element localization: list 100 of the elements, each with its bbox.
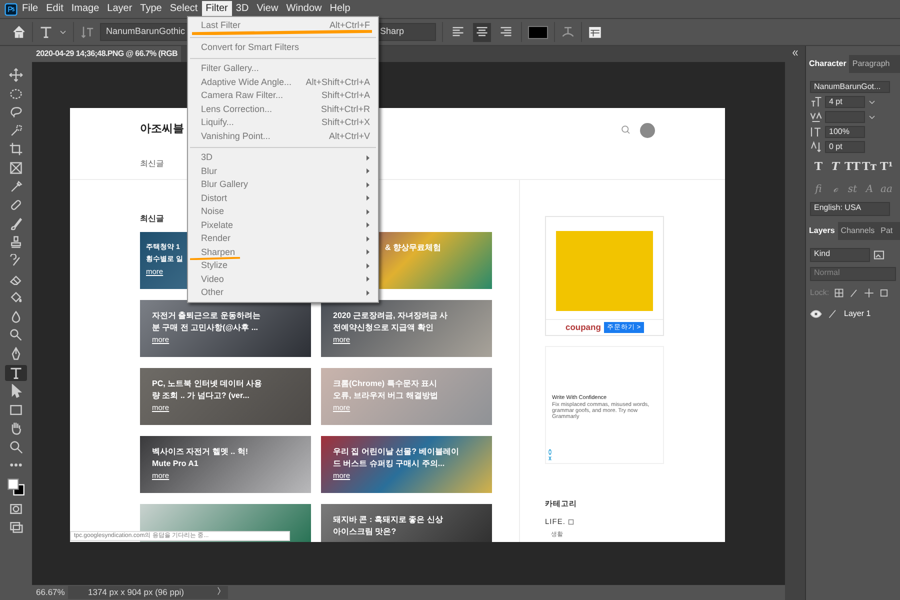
type-style-button[interactable]: TT	[844, 159, 861, 176]
menu-item[interactable]: Blur	[201, 164, 218, 178]
menu-item[interactable]: Liquify...	[201, 116, 234, 130]
menu-item[interactable]: Image	[67, 1, 104, 17]
post-card[interactable]: 돼지바 콘 : 흑돼지로 좋은 신상 아이스크림 맛은?	[321, 504, 492, 542]
menu-item[interactable]: Other	[201, 286, 224, 300]
caret-icon[interactable]	[59, 28, 67, 36]
menu-item[interactable]: Render	[201, 232, 231, 246]
menu-item[interactable]: Noise	[201, 205, 224, 218]
menu-item[interactable]: Pixelate	[201, 218, 234, 232]
menu-item[interactable]: Stylize	[201, 259, 228, 272]
panel-tab[interactable]: Paragraph	[849, 55, 893, 73]
type-style-button[interactable]: T	[827, 159, 844, 176]
panel-tab[interactable]: Channels	[838, 222, 878, 240]
submenu-arrow-icon	[366, 195, 370, 202]
color-swatches-icon[interactable]	[7, 478, 25, 496]
input-field[interactable]	[825, 111, 865, 123]
arrow-cursor-icon[interactable]	[9, 384, 23, 398]
chevron-right-icon[interactable]	[216, 586, 222, 596]
lasso-icon[interactable]	[9, 105, 23, 120]
nav-link[interactable]: 최신글	[140, 158, 164, 170]
collapse-panels-icon[interactable]	[790, 49, 800, 57]
crop-icon[interactable]	[9, 142, 23, 156]
ad-info-close-icon[interactable]	[547, 449, 553, 461]
post-title: 전예약신청으로 지급액 확인	[333, 322, 434, 334]
type-style-button[interactable]: T	[810, 159, 827, 176]
dodge-tool-icon[interactable]	[9, 328, 23, 342]
shortcut-label: Shift+Ctrl+A	[321, 89, 370, 102]
move-lock-icon[interactable]	[864, 288, 874, 298]
dashed-ellipse-icon[interactable]	[9, 86, 23, 101]
rectangle-icon[interactable]	[9, 402, 23, 417]
layer-name[interactable]: Layer 1	[844, 308, 871, 320]
text-field[interactable]: 4 pt	[825, 96, 865, 108]
checker-lock-icon[interactable]	[834, 288, 844, 298]
home-icon[interactable]	[12, 25, 26, 39]
menu-item[interactable]: View	[252, 1, 282, 17]
quick-mask-icon[interactable]	[9, 502, 23, 516]
align-right-icon[interactable]	[499, 24, 513, 39]
zoom-level[interactable]: 66.67%	[32, 586, 68, 599]
menu-item[interactable]: Lens Correction...	[201, 102, 272, 116]
menu-item[interactable]: Help	[326, 1, 354, 17]
type-tool-icon[interactable]	[39, 25, 53, 39]
image-filter-icon[interactable]	[873, 248, 885, 260]
type-style-button[interactable]: Tт	[861, 159, 878, 176]
menu-item[interactable]: Convert for Smart Filters	[201, 40, 300, 54]
menu-item[interactable]: Filter Gallery...	[201, 62, 259, 76]
artboard-lock-icon[interactable]	[879, 288, 890, 298]
text-field[interactable]: 100%	[825, 126, 865, 138]
menu-item[interactable]: Adaptive Wide Angle...	[201, 76, 292, 89]
menu-item[interactable]: Vanishing Point...	[201, 130, 270, 143]
post-title: 크롬(Chrome) 특수문자 표시	[333, 378, 437, 390]
eyedropper-icon[interactable]	[9, 180, 23, 194]
text-color-swatch[interactable]	[528, 26, 548, 38]
pen-nib-icon[interactable]	[9, 346, 23, 361]
menu-item[interactable]: Filter	[202, 1, 232, 17]
history-brush-icon[interactable]	[9, 254, 23, 268]
menu-item[interactable]: Layer	[103, 1, 136, 17]
menu-item[interactable]: Camera Raw Filter...	[201, 89, 284, 102]
move-arrows-icon[interactable]	[9, 68, 23, 82]
warp-text-icon[interactable]	[561, 25, 575, 39]
menu-item[interactable]: 3D	[232, 1, 253, 17]
panel-tab[interactable]: Character	[806, 55, 850, 73]
zoom-icon[interactable]	[9, 440, 23, 454]
panel-icon[interactable]	[588, 25, 602, 39]
document-tab[interactable]: 2020-04-29 14;36;48.PNG @ 66.7% (RGB	[32, 46, 181, 62]
blog-title[interactable]: 아조씨블	[140, 121, 184, 138]
drop-icon[interactable]	[9, 310, 23, 324]
text-field[interactable]: 0 pt	[825, 141, 865, 153]
font-field[interactable]: NanumBarunGot...	[810, 81, 890, 93]
menu-item[interactable]: Edit	[42, 1, 68, 17]
menu-item[interactable]: Video	[201, 272, 224, 286]
stamp-icon[interactable]	[9, 235, 23, 250]
menu-item[interactable]: 3D	[201, 151, 213, 164]
menu-item[interactable]: Distort	[201, 192, 228, 205]
screen-mode-icon[interactable]	[9, 520, 23, 534]
kind-filter-dropdown[interactable]: Kind	[810, 248, 870, 262]
language-dropdown[interactable]: English: USA	[810, 202, 890, 216]
avatar[interactable]	[640, 123, 655, 138]
post-title: 드 버스트 슈퍼킹 구매시 주의...	[333, 458, 445, 470]
menu-item[interactable]: Window	[282, 1, 326, 17]
type-tool-icon[interactable]	[9, 366, 23, 380]
panel-tab[interactable]: Pat	[878, 222, 896, 240]
align-center-icon[interactable]	[475, 24, 489, 39]
menu-item[interactable]: Type	[136, 1, 166, 17]
type-style-button[interactable]: T¹	[878, 159, 895, 176]
hand-icon[interactable]	[9, 421, 23, 436]
align-left-icon[interactable]	[451, 24, 465, 39]
frame-icon[interactable]	[9, 160, 23, 175]
quick-selection-icon[interactable]	[9, 124, 23, 138]
app-logo-icon	[4, 2, 18, 16]
menu-item[interactable]: Blur Gallery	[201, 178, 248, 192]
eye-icon[interactable]	[810, 308, 822, 320]
bandage-icon[interactable]	[9, 198, 23, 212]
menu-item[interactable]: Sharpen	[201, 246, 236, 259]
text-orientation-icon[interactable]	[80, 25, 94, 39]
menu-item[interactable]: Select	[166, 1, 202, 17]
submenu-arrow-icon	[366, 182, 370, 188]
menu-item[interactable]: File	[18, 1, 42, 17]
panel-tab[interactable]: Layers	[806, 222, 838, 240]
post-title: 돼지바 콘 : 흑돼지로 좋은 신상	[333, 514, 443, 526]
